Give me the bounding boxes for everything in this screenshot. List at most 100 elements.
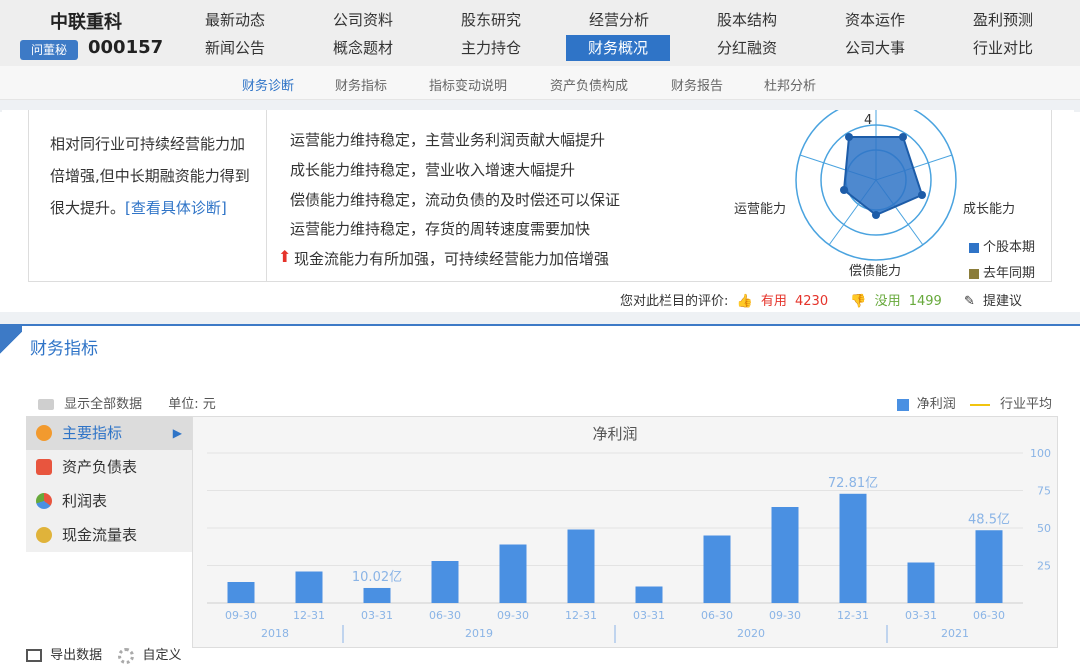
radar-tick-label: 4 <box>864 113 873 128</box>
nav-company-info[interactable]: 公司资料 <box>311 7 415 33</box>
bar <box>431 561 459 603</box>
nav-shareholder-research[interactable]: 股东研究 <box>439 7 543 33</box>
export-data-button[interactable]: 导出数据 <box>50 648 102 663</box>
radar-point <box>872 211 880 219</box>
chart-svg: 净利润 25 50 75 100 09-30 12-31 03-31 10.02亿 06-30 09… <box>207 425 1051 643</box>
net-profit-chart: 净利润 25 50 75 100 09-30 12-31 03-31 10.02亿 06-30 09… <box>192 416 1058 648</box>
nav-operation-analysis[interactable]: 经营分析 <box>567 7 671 33</box>
export-icon[interactable] <box>26 649 42 662</box>
bar <box>703 535 731 603</box>
nav-profit-forecast[interactable]: 盈利预测 <box>951 7 1055 33</box>
menu-label: 现金流量表 <box>62 526 138 544</box>
bar <box>567 529 595 603</box>
nav-capital-operation[interactable]: 资本运作 <box>823 7 927 33</box>
subnav-dupont-analysis[interactable]: 杜邦分析 <box>764 75 816 94</box>
section-corner-marker <box>0 326 22 360</box>
stock-code: 000157 <box>88 37 164 58</box>
diagnosis-line: 偿债能力维持稳定，流动负债的及时偿还可以保证 <box>290 191 621 209</box>
arrow-right-icon: ▶ <box>172 426 182 440</box>
x-tick-label: 03-31 <box>905 609 937 622</box>
y-tick-label: 75 <box>1037 485 1051 498</box>
section-gap <box>0 312 1080 324</box>
year-label: 2018 <box>261 627 289 640</box>
radar-label-solvency: 偿债能力 <box>849 264 902 279</box>
x-tick-label: 03-31 <box>633 609 665 622</box>
rating-row: 您对此栏目的评价: 👍 有用 4230 👎 没用 1499 ✎ 提建议 <box>620 290 1026 309</box>
nav-latest-news[interactable]: 最新动态 <box>183 7 287 33</box>
company-block: 中联重科 问董秘 000157 <box>0 0 180 66</box>
subnav-financial-diagnosis[interactable]: 财务诊断 <box>242 75 294 94</box>
legend-swatch <box>969 242 979 253</box>
x-tick-label: 03-31 <box>361 609 393 622</box>
chart-legend: 净利润 行业平均 <box>896 393 1052 412</box>
bottom-actions: 导出数据 自定义 <box>26 644 181 664</box>
nav-concepts[interactable]: 概念题材 <box>311 35 415 61</box>
radar-point <box>918 191 926 199</box>
menu-cash-flow[interactable]: 现金流量表 <box>26 518 192 552</box>
x-tick-label: 09-30 <box>769 609 801 622</box>
bar <box>975 530 1003 603</box>
bar <box>771 507 799 603</box>
chart-title: 净利润 <box>592 425 637 443</box>
suggest-link[interactable]: 提建议 <box>983 294 1022 309</box>
section-title: 财务指标 <box>30 339 98 359</box>
nav-financial-overview[interactable]: 财务概况 <box>566 35 670 61</box>
subnav-indicator-changes[interactable]: 指标变动说明 <box>429 75 507 94</box>
top-header: 中联重科 问董秘 000157 最新动态 公司资料 股东研究 经营分析 股本结构… <box>0 0 1080 66</box>
radar-label-operation: 运营能力 <box>734 202 787 217</box>
x-tick-label: 09-30 <box>225 609 257 622</box>
show-all-data-button[interactable]: 显示全部数据 <box>64 397 142 412</box>
divider <box>266 110 267 282</box>
data-label: 48.5亿 <box>968 512 1010 527</box>
nav-announcements[interactable]: 新闻公告 <box>183 35 287 61</box>
subnav-financial-indicators[interactable]: 财务指标 <box>335 75 387 94</box>
menu-balance-sheet[interactable]: 资产负债表 <box>26 450 192 484</box>
radar-point <box>840 186 848 194</box>
menu-main-indicators[interactable]: 主要指标 ▶ <box>26 416 192 450</box>
year-label: 2019 <box>465 627 493 640</box>
thumbs-up-icon[interactable]: 👍 <box>737 294 753 309</box>
radar-chart: 4 运营能力 成长能力 偿债能力 个股本期 去年同期 <box>730 99 1050 285</box>
pie-chart-icon <box>36 493 52 509</box>
menu-label: 利润表 <box>62 492 108 510</box>
nav-dividend-financing[interactable]: 分红融资 <box>695 35 799 61</box>
y-tick-label: 50 <box>1037 522 1051 535</box>
ask-secretary-button[interactable]: 问董秘 <box>20 40 78 60</box>
bar <box>227 582 255 603</box>
menu-income-statement[interactable]: 利润表 <box>26 484 192 518</box>
pencil-icon[interactable]: ✎ <box>964 294 975 309</box>
up-arrow-icon: ⬆ <box>278 247 292 266</box>
coins-icon <box>36 527 52 543</box>
section-header: 财务指标 <box>0 324 1080 360</box>
subnav-financial-reports[interactable]: 财务报告 <box>671 75 723 94</box>
x-tick-label: 09-30 <box>497 609 529 622</box>
radar-current-polygon <box>842 136 924 217</box>
nav-main-holdings[interactable]: 主力持仓 <box>439 35 543 61</box>
x-tick-label: 12-31 <box>565 609 597 622</box>
thumbs-down-icon[interactable]: 👎 <box>850 294 866 309</box>
useless-count: 1499 <box>908 294 942 309</box>
view-detail-link[interactable]: [查看具体诊断] <box>125 199 227 217</box>
useful-label[interactable]: 有用 <box>761 294 787 309</box>
legend-line-label[interactable]: 行业平均 <box>1000 397 1052 412</box>
legend-bar-swatch <box>896 398 909 411</box>
customize-button[interactable]: 自定义 <box>142 648 181 663</box>
legend-label: 个股本期 <box>983 240 1036 255</box>
x-tick-label: 06-30 <box>429 609 461 622</box>
nav-industry-compare[interactable]: 行业对比 <box>951 35 1055 61</box>
diagnosis-line: 成长能力维持稳定，营业收入增速大幅提升 <box>290 161 576 179</box>
nav-company-events[interactable]: 公司大事 <box>823 35 927 61</box>
comment-icon[interactable] <box>38 399 54 410</box>
x-tick-label: 06-30 <box>973 609 1005 622</box>
nav-share-structure[interactable]: 股本结构 <box>695 7 799 33</box>
subnav-balance-composition[interactable]: 资产负债构成 <box>550 75 628 94</box>
bar <box>907 562 935 603</box>
radar-point <box>899 133 907 141</box>
useful-count: 4230 <box>795 294 829 309</box>
radar-legend-current: 个股本期 <box>969 236 1035 255</box>
sub-navigation: 财务诊断 财务指标 指标变动说明 资产负债构成 财务报告 杜邦分析 <box>0 66 1080 100</box>
legend-bar-label[interactable]: 净利润 <box>917 397 956 412</box>
useless-label[interactable]: 没用 <box>875 294 901 309</box>
gear-icon[interactable] <box>118 647 135 664</box>
radar-label-growth: 成长能力 <box>963 202 1016 217</box>
